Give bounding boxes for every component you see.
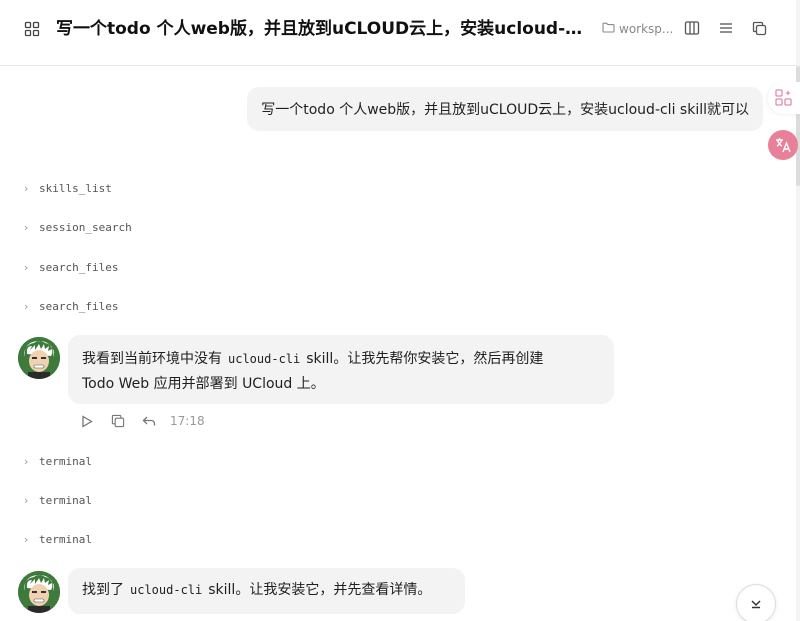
chevron-right-icon: › (24, 220, 29, 234)
menu-icon[interactable] (716, 18, 736, 38)
chevron-right-icon: › (24, 532, 29, 546)
message-text: 我看到当前环境中没有 (82, 351, 222, 367)
message-timestamp: 17:18 (170, 414, 205, 428)
tool-call-label: terminal (39, 532, 92, 546)
tool-call-label: session_search (39, 220, 132, 234)
play-icon[interactable] (77, 411, 97, 431)
tool-call-label: search_files (39, 260, 119, 274)
tool-call-label: search_files (39, 299, 119, 313)
tool-call-label: terminal (39, 493, 92, 507)
message-text: 找到了 (82, 582, 124, 598)
chat-app: 写一个todo 个人web版，并且放到uCLOUD云上，安装ucloud-cli… (0, 0, 800, 621)
tool-call-search-files[interactable]: › search_files (24, 258, 118, 276)
reply-icon[interactable] (139, 411, 159, 431)
scroll-to-bottom-button[interactable] (736, 584, 776, 621)
apps-sparkle-icon[interactable] (768, 82, 800, 114)
tool-call-terminal[interactable]: › terminal (24, 491, 92, 509)
columns-icon[interactable] (682, 18, 702, 38)
folder-icon (602, 22, 615, 36)
user-message: 写一个todo 个人web版，并且放到uCLOUD云上，安装ucloud-cli… (247, 87, 763, 131)
header: 写一个todo 个人web版，并且放到uCLOUD云上，安装ucloud-cli… (0, 0, 796, 66)
copy-icon[interactable] (749, 18, 769, 38)
copy-icon[interactable] (108, 411, 128, 431)
avatar (18, 571, 60, 613)
tool-call-terminal[interactable]: › terminal (24, 452, 92, 470)
avatar (18, 337, 60, 379)
message-text: skill。让我安装它，并先查看详情。 (208, 582, 432, 598)
message-text: skill。让我先帮你安装它，然后再创建 (306, 351, 544, 367)
inline-code: ucloud-cli (130, 583, 203, 597)
chevron-right-icon: › (24, 454, 29, 468)
chevron-right-icon: › (24, 299, 29, 313)
grid-icon[interactable] (22, 19, 42, 39)
tool-call-session-search[interactable]: › session_search (24, 218, 132, 236)
assistant-message-line: 我看到当前环境中没有 ucloud-cli skill。让我先帮你安装它，然后再创建 (82, 347, 600, 372)
assistant-message-line: Todo Web 应用并部署到 UCloud 上。 (82, 376, 325, 392)
message-actions: 17:18 (77, 411, 205, 431)
workspace-selector[interactable]: worksp... (602, 18, 672, 40)
tool-call-terminal[interactable]: › terminal (24, 530, 92, 548)
tool-call-skills-list[interactable]: › skills_list (24, 179, 112, 197)
chevron-right-icon: › (24, 260, 29, 274)
workspace-label: worksp... (619, 22, 672, 36)
tool-call-label: terminal (39, 454, 92, 468)
assistant-message: 我看到当前环境中没有 ucloud-cli skill。让我先帮你安装它，然后再创建… (68, 335, 614, 404)
chevron-right-icon: › (24, 493, 29, 507)
tool-call-label: skills_list (39, 181, 112, 195)
page-title: 写一个todo 个人web版，并且放到uCLOUD云上，安装ucloud-cli… (56, 19, 584, 39)
tool-call-search-files[interactable]: › search_files (24, 297, 118, 315)
chevron-right-icon: › (24, 181, 29, 195)
inline-code: ucloud-cli (228, 352, 301, 366)
assistant-message: 找到了 ucloud-cli skill。让我安装它，并先查看详情。 (68, 568, 465, 614)
translate-icon[interactable] (768, 130, 798, 160)
chevron-down-icon (749, 595, 763, 614)
